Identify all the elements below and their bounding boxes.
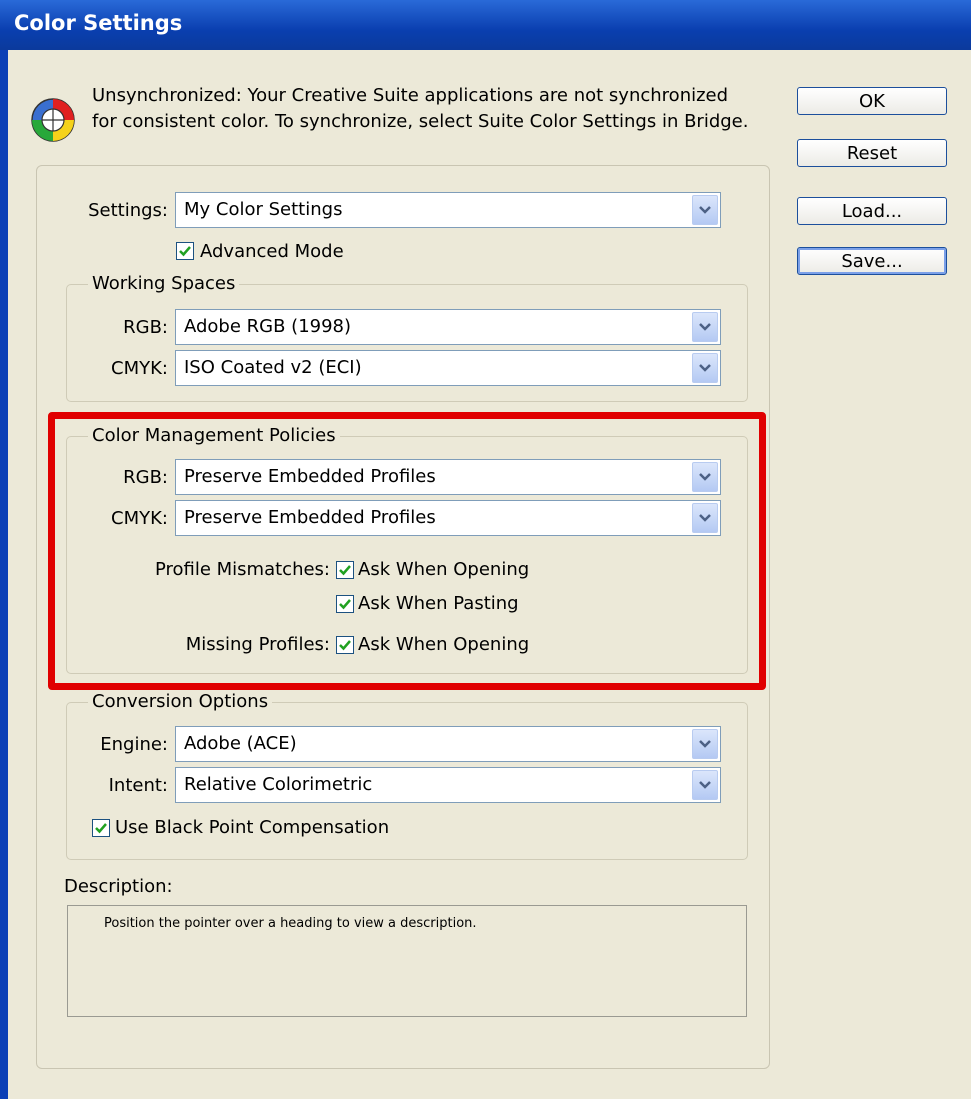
advanced-mode-label[interactable]: Advanced Mode <box>200 241 344 263</box>
window-title: Color Settings <box>14 11 183 35</box>
window-border <box>0 50 8 1099</box>
conversion-legend: Conversion Options <box>88 691 273 713</box>
bpc-checkbox[interactable] <box>92 819 110 837</box>
ws-rgb-value: Adobe RGB (1998) <box>184 316 352 337</box>
color-sync-icon <box>31 98 75 142</box>
advanced-mode-checkbox[interactable] <box>176 242 194 260</box>
working-spaces-legend: Working Spaces <box>88 273 240 295</box>
engine-dropdown[interactable]: Adobe (ACE) <box>175 726 721 762</box>
ok-button[interactable]: OK <box>797 87 947 115</box>
ws-cmyk-dropdown[interactable]: ISO Coated v2 (ECI) <box>175 350 721 386</box>
chevron-down-icon[interactable] <box>692 195 718 225</box>
engine-value: Adobe (ACE) <box>184 733 297 754</box>
ws-cmyk-label: CMYK: <box>111 358 168 379</box>
engine-label: Engine: <box>100 734 168 755</box>
description-text: Position the pointer over a heading to v… <box>104 916 477 931</box>
ws-rgb-dropdown[interactable]: Adobe RGB (1998) <box>175 309 721 345</box>
ws-cmyk-value: ISO Coated v2 (ECI) <box>184 357 362 378</box>
highlight-box <box>48 412 766 690</box>
settings-label: Settings: <box>88 200 168 221</box>
intent-label: Intent: <box>108 775 168 796</box>
reset-button[interactable]: Reset <box>797 139 947 167</box>
ws-rgb-label: RGB: <box>123 317 168 338</box>
chevron-down-icon[interactable] <box>692 312 718 342</box>
intent-dropdown[interactable]: Relative Colorimetric <box>175 767 721 803</box>
save-button[interactable]: Save... <box>797 247 947 275</box>
load-button[interactable]: Load... <box>797 197 947 225</box>
chevron-down-icon[interactable] <box>692 729 718 759</box>
description-box: Position the pointer over a heading to v… <box>67 905 747 1017</box>
sync-message: Unsynchronized: Your Creative Suite appl… <box>92 85 749 132</box>
chevron-down-icon[interactable] <box>692 353 718 383</box>
chevron-down-icon[interactable] <box>692 770 718 800</box>
bpc-label[interactable]: Use Black Point Compensation <box>115 817 389 839</box>
settings-value: My Color Settings <box>184 199 343 220</box>
settings-dropdown[interactable]: My Color Settings <box>175 192 721 228</box>
title-bar[interactable]: Color Settings <box>0 0 971 50</box>
description-label: Description: <box>64 876 173 897</box>
intent-value: Relative Colorimetric <box>184 774 373 795</box>
